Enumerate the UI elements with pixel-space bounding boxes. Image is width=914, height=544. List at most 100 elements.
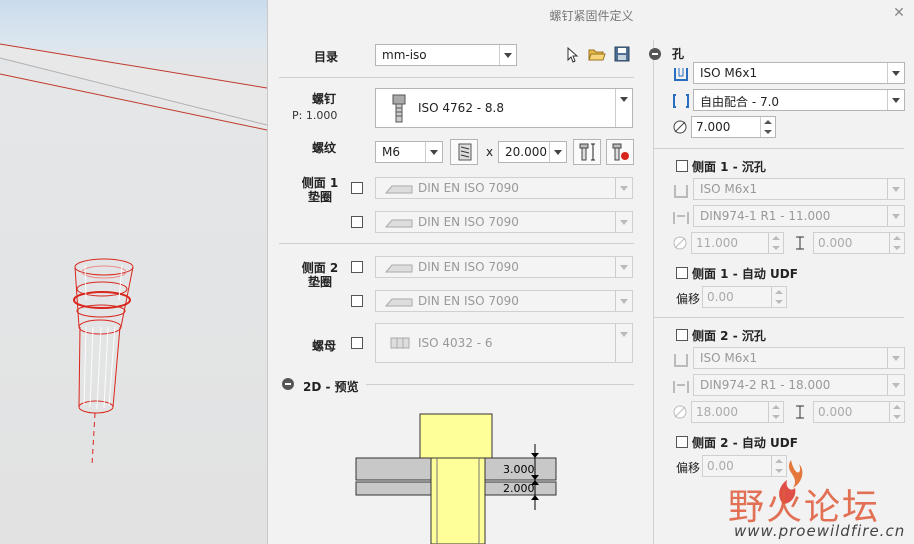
fit-icon: [673, 94, 689, 108]
spin-icon[interactable]: [768, 233, 783, 253]
preview-drawing: 3.000 2.000: [355, 413, 557, 544]
washer-icon: [384, 264, 413, 273]
thread-length-value: 20.000: [505, 145, 547, 159]
hole-icon: [674, 68, 688, 81]
spin-icon[interactable]: [889, 233, 904, 253]
fit-value: 自由配合 - 7.0: [700, 95, 780, 109]
chevron-down-icon: [615, 291, 632, 311]
model-viewport[interactable]: [0, 0, 267, 544]
side2-washer-1-value: DIN EN ISO 7090: [418, 260, 519, 274]
socket-screw-icon: [392, 94, 406, 123]
diameter-value: 7.000: [696, 120, 731, 134]
side2-countersink-depth-input[interactable]: 0.000: [813, 401, 905, 423]
thread-length-select[interactable]: 20.000: [498, 141, 567, 163]
side1-washer-1-select[interactable]: DIN EN ISO 7090: [375, 177, 633, 199]
side1-countersink-hole-value: ISO M6x1: [700, 182, 758, 196]
screw-check-button[interactable]: [606, 139, 634, 165]
side1-countersink-dia-value: 11.000: [696, 236, 738, 250]
side2-countersink-checkbox[interactable]: [676, 329, 688, 341]
side1-countersink-checkbox[interactable]: [676, 160, 688, 172]
nut-select[interactable]: ISO 4032 - 6: [375, 323, 633, 363]
divider: [279, 77, 634, 78]
fastener-definition-dialog: 螺钉紧固件定义 ✕ 目录 mm-iso 螺钉 P: 1.000 ISO 4762…: [267, 0, 914, 544]
side2-washer-2-value: DIN EN ISO 7090: [418, 294, 519, 308]
title-bar: 螺钉紧固件定义 ✕: [268, 0, 914, 30]
side2-udf-label: 侧面 2 - 自动 UDF: [692, 436, 798, 450]
side2-washer-1-checkbox[interactable]: [351, 261, 363, 273]
screw-value: ISO 4762 - 8.8: [418, 101, 504, 115]
diameter-input[interactable]: 7.000: [691, 116, 776, 138]
save-icon[interactable]: [614, 46, 630, 62]
chevron-down-icon: [887, 90, 904, 110]
side2-countersink-std-select[interactable]: DIN974-2 R1 - 18.000: [693, 374, 905, 396]
spin-icon[interactable]: [760, 117, 775, 137]
washer-icon: [384, 219, 413, 228]
side1-washer-1-checkbox[interactable]: [351, 182, 363, 194]
side1-washer-2-select[interactable]: DIN EN ISO 7090: [375, 211, 633, 233]
chevron-down-icon: [425, 142, 442, 162]
side1-countersink-dia-input[interactable]: 11.000: [691, 232, 784, 254]
chevron-down-icon: [499, 45, 516, 65]
spin-icon[interactable]: [771, 287, 786, 307]
thread-table-button[interactable]: [450, 139, 478, 165]
side2-udf-checkbox[interactable]: [676, 436, 688, 448]
side2-countersink-dia-value: 18.000: [696, 405, 738, 419]
chevron-down-icon: [615, 212, 632, 232]
catalog-select[interactable]: mm-iso: [375, 44, 517, 66]
viewport-scene: [0, 43, 267, 466]
spin-icon[interactable]: [768, 402, 783, 422]
side1-countersink-std-value: DIN974-1 R1 - 11.000: [700, 209, 831, 223]
divider: [654, 317, 904, 318]
fit-select[interactable]: 自由配合 - 7.0: [693, 89, 905, 111]
screw-p-value: P: 1.000: [292, 109, 338, 122]
diameter-icon: [673, 405, 687, 419]
nut-checkbox[interactable]: [351, 337, 363, 349]
collapse-preview-icon[interactable]: [282, 378, 294, 390]
collapse-hole-icon[interactable]: [649, 48, 661, 60]
depth-icon: [796, 236, 804, 250]
side2-countersink-label: 侧面 2 - 沉孔: [692, 329, 766, 343]
hole-value: ISO M6x1: [700, 66, 758, 80]
washer-icon: [384, 298, 413, 307]
close-icon[interactable]: ✕: [891, 5, 907, 21]
chevron-down-icon: [615, 89, 632, 127]
open-folder-icon[interactable]: [588, 46, 606, 62]
catalog-label: 目录: [314, 50, 339, 64]
side2-countersink-std-value: DIN974-2 R1 - 18.000: [700, 378, 831, 392]
side1-washer-2-checkbox[interactable]: [351, 216, 363, 228]
side1-washer-1-value: DIN EN ISO 7090: [418, 181, 519, 195]
screw-check-icon: [612, 143, 629, 161]
chevron-down-icon: [615, 324, 632, 362]
side2-washer-1-select[interactable]: DIN EN ISO 7090: [375, 256, 633, 278]
side2-countersink-hole-select[interactable]: ISO M6x1: [693, 347, 905, 369]
chevron-down-icon: [887, 375, 904, 395]
side1-udf-checkbox[interactable]: [676, 267, 688, 279]
side2-washer-2-checkbox[interactable]: [351, 295, 363, 307]
hole-icon: [674, 185, 688, 198]
hole-select[interactable]: ISO M6x1: [693, 62, 905, 84]
nut-icon: [390, 337, 410, 349]
x-separator: x: [486, 145, 494, 159]
spin-icon[interactable]: [889, 402, 904, 422]
countersink-icon: [673, 381, 689, 393]
thread-size-select[interactable]: M6: [375, 141, 443, 163]
diameter-icon: [673, 236, 687, 250]
screw-length-button[interactable]: [573, 139, 601, 165]
side2-countersink-hole-value: ISO M6x1: [700, 351, 758, 365]
side1-countersink-hole-select[interactable]: ISO M6x1: [693, 178, 905, 200]
side1-offset-input[interactable]: 0.00: [702, 286, 787, 308]
side2-countersink-depth-value: 0.000: [818, 405, 853, 419]
nut-value: ISO 4032 - 6: [418, 336, 493, 350]
side1-countersink-std-select[interactable]: DIN974-1 R1 - 11.000: [693, 205, 905, 227]
chevron-down-icon: [615, 178, 632, 198]
screw-select[interactable]: ISO 4762 - 8.8: [375, 88, 633, 128]
column-divider: [653, 40, 654, 544]
side1-countersink-depth-input[interactable]: 0.000: [813, 232, 905, 254]
select-cursor-icon[interactable]: [565, 47, 579, 63]
chevron-down-icon: [887, 179, 904, 199]
side1-offset-value: 0.00: [707, 290, 734, 304]
side2-washer-2-select[interactable]: DIN EN ISO 7090: [375, 290, 633, 312]
offset-label: 偏移: [676, 461, 701, 475]
side2-countersink-dia-input[interactable]: 18.000: [691, 401, 784, 423]
screw-wireframe: [73, 258, 134, 466]
